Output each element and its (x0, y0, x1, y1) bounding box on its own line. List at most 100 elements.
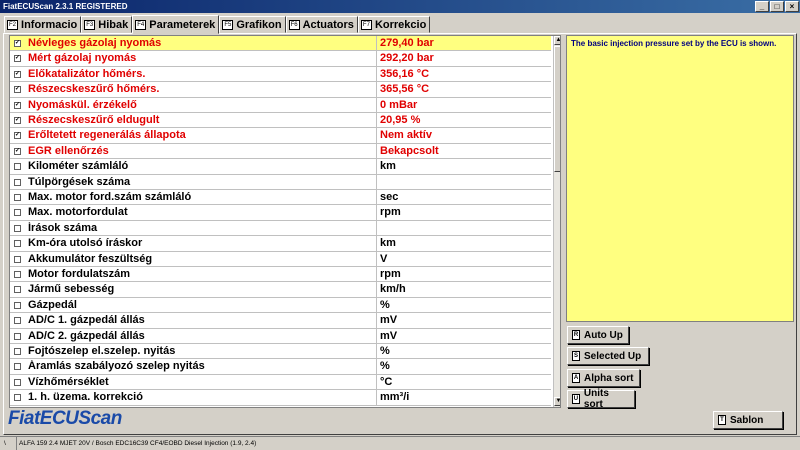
parameter-checkbox[interactable] (14, 209, 21, 217)
column-divider (376, 205, 377, 221)
parameter-checkbox[interactable] (14, 363, 21, 371)
tab-korrekcio[interactable]: F7 Korrekcio (357, 16, 431, 33)
parameter-name: Mért gázolaj nyomás (28, 52, 137, 65)
parameter-checkbox[interactable]: ✓ (14, 132, 21, 140)
parameter-checkbox[interactable]: ✓ (14, 147, 21, 155)
parameter-value: % (380, 298, 390, 311)
sablon-button[interactable]: T Sablon (713, 411, 783, 429)
column-divider (376, 374, 377, 390)
table-row[interactable]: ✓ Mért gázolaj nyomás 292,20 bar (10, 51, 551, 67)
parameter-checkbox[interactable] (14, 178, 21, 186)
table-row[interactable]: 1. h. üzema. korrekció mm³/i (10, 390, 551, 406)
parameter-checkbox[interactable] (14, 348, 21, 355)
status-prefix: \ (4, 440, 6, 447)
parameter-name: Jármű sebesség (28, 283, 115, 296)
parameter-checkbox[interactable]: ✓ (14, 101, 21, 109)
parameter-name: Névleges gázolaj nyomás (28, 37, 162, 49)
tab-actuators[interactable]: F6 Actuators (285, 16, 358, 33)
table-row[interactable]: ✓ Névleges gázolaj nyomás 279,40 bar (10, 36, 551, 52)
parameter-value: 356,16 °C (380, 67, 430, 80)
table-row[interactable]: Akkumulátor feszültség V (10, 251, 551, 267)
column-divider (376, 159, 377, 175)
close-button[interactable]: × (785, 1, 799, 12)
table-row[interactable]: ✓ Részecskeszűrő eldugult 20,95 % (10, 113, 551, 129)
table-row[interactable]: Motor fordulatszám rpm (10, 267, 551, 283)
vertical-scrollbar[interactable]: ▲ ▼ (553, 36, 560, 407)
table-row[interactable]: Írások száma (10, 220, 551, 237)
parameter-value: 292,20 bar (380, 52, 434, 65)
parameter-name: Gázpedál (28, 298, 77, 311)
parameter-checkbox[interactable] (14, 301, 21, 309)
column-divider (376, 51, 377, 67)
tab-label: Parameterek (149, 18, 216, 31)
parameter-checkbox[interactable] (14, 163, 21, 171)
auto-up-button[interactable]: R Auto Up (567, 326, 629, 344)
scroll-thumb[interactable] (554, 46, 560, 172)
parameter-name: Fojtószelep el.szelep. nyitás (28, 345, 176, 357)
parameter-name: Akkumulátor feszültség (28, 252, 153, 265)
parameter-value: 0 mBar (380, 98, 418, 111)
minimize-button[interactable]: _ (755, 1, 769, 12)
column-divider (376, 36, 377, 51)
parameter-name: Motor fordulatszám (28, 268, 131, 280)
parameter-value: % (380, 345, 390, 357)
table-row[interactable]: Jármű sebesség km/h (10, 282, 551, 298)
parameter-checkbox[interactable] (14, 394, 21, 402)
table-row[interactable]: Km-óra utolsó íráskor km (10, 236, 551, 252)
parameter-value: sec (380, 191, 399, 203)
parameter-checkbox[interactable]: ✓ (14, 70, 21, 78)
parameter-checkbox[interactable] (14, 224, 21, 232)
table-row[interactable]: ✓ Erőltetett regenerálás állapota Nem aktí… (10, 128, 551, 144)
table-row[interactable]: AD/C 1. gázpedál állás mV (10, 313, 551, 329)
table-row[interactable]: ✓ EGR ellenőrzés Bekapcsolt (10, 143, 551, 160)
tab-informacio[interactable]: F2 Informacio (4, 16, 82, 33)
table-row[interactable]: Gázpedál % (10, 297, 551, 314)
table-row[interactable]: Max. motor ford.szám számláló sec (10, 190, 551, 206)
parameter-value: km (380, 237, 396, 250)
function-key: F2 (7, 19, 19, 30)
parameter-checkbox[interactable]: ✓ (14, 55, 21, 63)
parameter-checkbox[interactable] (14, 317, 21, 325)
parameter-name: Erőltetett regenerálás állapota (28, 129, 186, 142)
parameter-checkbox[interactable] (14, 378, 21, 386)
parameter-checkbox[interactable] (14, 194, 21, 201)
tab-parameterek[interactable]: F4 Parameterek (132, 15, 220, 34)
alpha-sort-button[interactable]: A Alpha sort (567, 369, 640, 387)
table-row[interactable]: Túlpörgések száma (10, 174, 551, 190)
parameter-checkbox[interactable] (14, 255, 21, 263)
parameter-name: Kilométer számláló (28, 160, 129, 173)
parameter-name: Előkatalizátor hőmérs. (28, 67, 146, 80)
column-divider (376, 113, 377, 128)
parameter-checkbox[interactable] (14, 240, 21, 248)
scroll-up-arrow-icon[interactable]: ▲ (554, 36, 560, 45)
table-row[interactable]: AD/C 2. gázpedál állás mV (10, 328, 551, 344)
maximize-button[interactable]: □ (770, 1, 784, 12)
column-divider (376, 236, 377, 252)
table-row[interactable]: Fojtószelep el.szelep. nyitás % (10, 344, 551, 360)
table-row[interactable]: ✓ Előkatalizátor hőmérs. 356,16 °C (10, 66, 551, 83)
table-row[interactable]: Max. motorfordulat rpm (10, 205, 551, 221)
parameter-name: AD/C 1. gázpedál állás (28, 314, 145, 327)
parameter-name: Nyomáskül. érzékelő (28, 98, 137, 111)
table-row[interactable]: ✓ Részecskeszűrő hőmérs. 365,56 °C (10, 82, 551, 98)
parameter-checkbox[interactable]: ✓ (14, 40, 21, 47)
table-row[interactable]: Vízhőmérséklet °C (10, 374, 551, 391)
parameter-checkbox[interactable] (14, 286, 21, 294)
status-bar: \ ALFA 159 2.4 MJET 20V / Bosch EDC16C39… (0, 436, 800, 450)
parameter-checkbox[interactable]: ✓ (14, 86, 21, 94)
parameter-name: Max. motor ford.szám számláló (28, 191, 192, 203)
parameter-grid: ▲ ▼ ✓ Névleges gázolaj nyomás 279,40 bar ✓ M… (9, 35, 561, 408)
parameter-checkbox[interactable] (14, 332, 21, 340)
scroll-down-arrow-icon[interactable]: ▼ (554, 397, 560, 406)
tab-grafikon[interactable]: F5 Grafikon (219, 16, 286, 33)
parameter-checkbox[interactable]: ✓ (14, 117, 21, 124)
table-row[interactable]: ✓ Nyomáskül. érzékelő 0 mBar (10, 97, 551, 113)
selected-up-button[interactable]: S Selected Up (567, 347, 649, 365)
units-sort-button[interactable]: U Units sort (567, 388, 635, 410)
tab-label: Hibak (98, 18, 129, 31)
table-row[interactable]: Áramlás szabályozó szelep nyitás % (10, 359, 551, 375)
table-row[interactable]: Kilométer számláló km (10, 159, 551, 175)
tab-hibak[interactable]: F3 Hibak (81, 16, 133, 33)
function-key: F5 (222, 19, 234, 30)
parameter-checkbox[interactable] (14, 271, 21, 278)
